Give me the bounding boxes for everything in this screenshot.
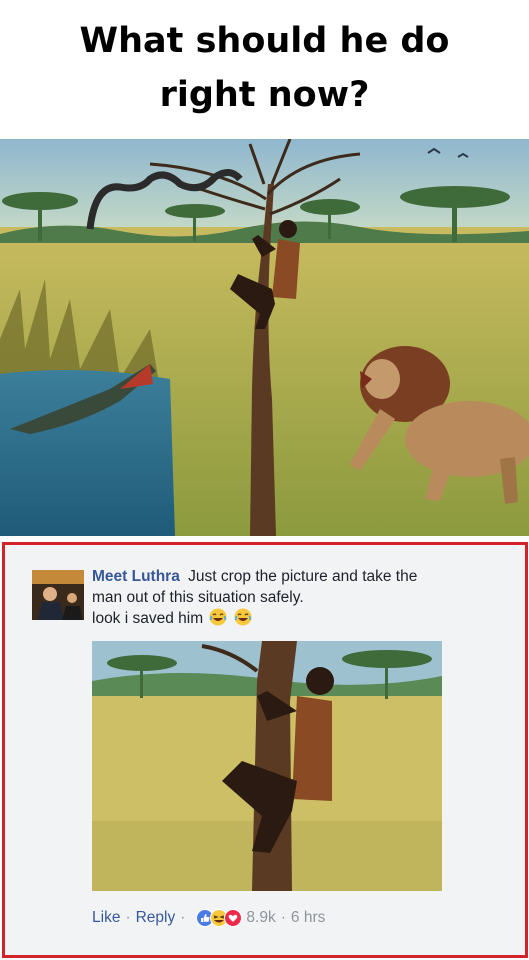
comment-text-line-1: Just crop the picture and take the — [188, 568, 418, 585]
separator-dot: · — [125, 909, 131, 926]
laughing-face-emoji-icon — [234, 608, 252, 626]
comment-text-line-2: man out of this situation safely. — [92, 589, 304, 606]
cropped-image-attachment[interactable] — [92, 641, 442, 891]
painting-image — [0, 139, 529, 536]
love-reaction-icon — [224, 909, 243, 927]
comment-author-link[interactable]: Meet Luthra — [92, 568, 180, 585]
headline-line-2: right now? — [159, 75, 370, 115]
comment-actions: Like · Reply · 8.9k · 6 hrs — [92, 909, 325, 927]
like-link[interactable]: Like — [92, 909, 120, 927]
separator-dot: · — [180, 909, 186, 926]
reply-link[interactable]: Reply — [136, 909, 176, 927]
comment-body: Meet Luthra Just crop the picture and ta… — [92, 566, 512, 629]
reaction-count[interactable]: 8.9k — [246, 909, 275, 927]
comment-highlight-frame: Meet Luthra Just crop the picture and ta… — [2, 542, 528, 958]
avatar[interactable] — [32, 570, 84, 620]
headline-line-1: What should he do — [79, 21, 450, 61]
laughing-face-emoji-icon — [209, 608, 227, 626]
reactions-summary[interactable] — [196, 909, 243, 927]
separator-dot: · — [280, 909, 286, 926]
comment-text-line-3: look i saved him — [92, 610, 204, 627]
meme-headline: What should he do right now? — [0, 14, 529, 122]
comment-timestamp[interactable]: 6 hrs — [291, 909, 325, 927]
